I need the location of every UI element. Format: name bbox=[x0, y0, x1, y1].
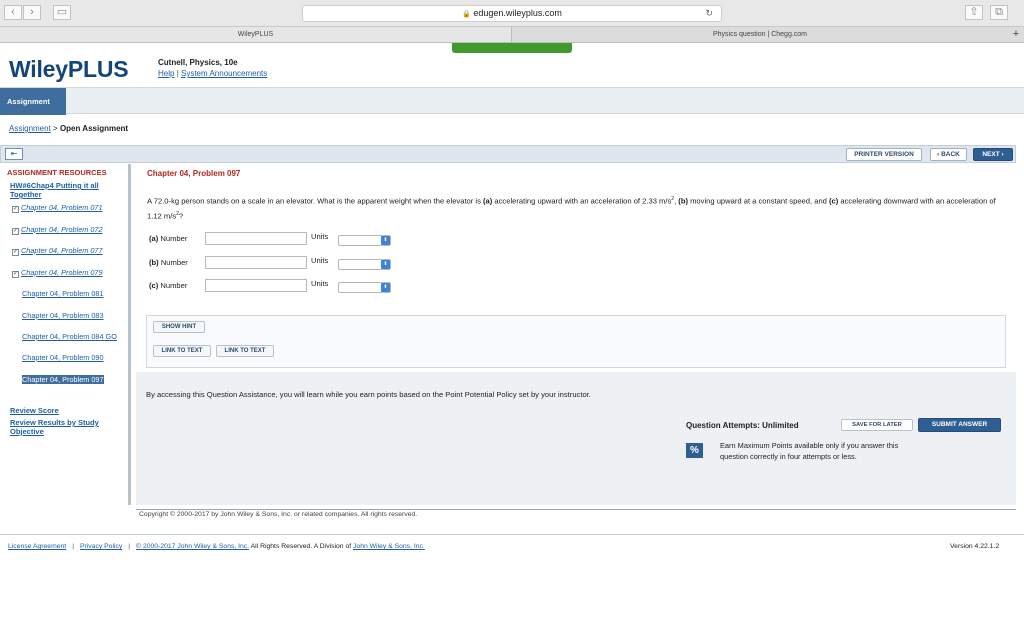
sidebar-title: ASSIGNMENT RESOURCES bbox=[7, 168, 107, 177]
completed-checkbox-icon: ✓ bbox=[12, 249, 19, 256]
version-label: Version 4.22.1.2 bbox=[950, 543, 1000, 550]
system-announcements-link[interactable]: System Announcements bbox=[181, 69, 267, 78]
show-hint-button[interactable]: SHOW HINT bbox=[153, 321, 205, 333]
new-tab-icon[interactable]: + bbox=[1008, 27, 1024, 42]
tabs-overview-icon[interactable]: ⧉ bbox=[990, 5, 1008, 20]
sidebar-item-problem-079[interactable]: ✓ Chapter 04, Problem 079 bbox=[12, 268, 112, 278]
sidebar-item-problem-081[interactable]: Chapter 04, Problem 081 bbox=[22, 289, 122, 298]
sidebar-item-problem-077[interactable]: ✓ Chapter 04, Problem 077 bbox=[12, 246, 112, 256]
back-button[interactable]: ‹ BACK bbox=[930, 148, 967, 161]
footer-divider bbox=[0, 534, 1024, 535]
sidebar-item-problem-090[interactable]: Chapter 04, Problem 090 bbox=[22, 353, 122, 362]
wileyplus-logo: WileyPLUS bbox=[9, 56, 129, 82]
breadcrumb-assignment-link[interactable]: Assignment bbox=[9, 124, 51, 133]
breadcrumb-current: Open Assignment bbox=[59, 124, 129, 133]
license-agreement-link[interactable]: License Agreement bbox=[8, 543, 66, 550]
completed-checkbox-icon: ✓ bbox=[12, 206, 19, 213]
sidebar-item-problem-083[interactable]: Chapter 04, Problem 083 bbox=[22, 311, 122, 320]
return-to-blackboard-button[interactable] bbox=[452, 43, 572, 53]
reload-icon[interactable]: ↻ bbox=[705, 6, 713, 21]
assignment-toolbar: ⇤ PRINTER VERSION ‹ BACK NEXT › bbox=[0, 145, 1016, 163]
link-to-text-button-1[interactable]: LINK TO TEXT bbox=[153, 345, 211, 357]
answer-label-a: (a) Number bbox=[149, 234, 188, 243]
header-links: Help | System Announcements bbox=[158, 69, 268, 78]
assistance-text: By accessing this Question Assistance, y… bbox=[146, 390, 591, 399]
hint-panel: SHOW HINT LINK TO TEXT LINK TO TEXT bbox=[146, 315, 1006, 368]
breadcrumb: Assignment > Open Assignment bbox=[9, 124, 128, 133]
answer-input-a[interactable] bbox=[205, 232, 307, 245]
question-text: A 72.0-kg person stands on a scale in an… bbox=[147, 196, 996, 221]
review-results-link[interactable]: Review Results by Study Objective bbox=[10, 418, 124, 436]
collapse-sidebar-icon[interactable]: ⇤ bbox=[5, 148, 23, 160]
max-points-note: Earn Maximum Points available only if yo… bbox=[720, 441, 899, 461]
address-url: edugen.wileyplus.com bbox=[473, 8, 562, 18]
answer-label-c: (c) Number bbox=[149, 281, 188, 290]
sidebar-toggle-icon[interactable]: ▭ bbox=[53, 5, 71, 20]
completed-checkbox-icon: ✓ bbox=[12, 271, 19, 278]
wiley-company-link[interactable]: John Wiley & Sons, Inc. bbox=[353, 543, 425, 550]
tab-chegg[interactable]: Physics question | Chegg.com bbox=[513, 27, 1007, 42]
select-stepper-icon: ⬍ bbox=[381, 283, 390, 292]
units-label-c: Units bbox=[311, 279, 329, 288]
breadcrumb-separator: > bbox=[53, 124, 58, 133]
copyright-divider bbox=[136, 509, 1016, 510]
percent-icon: % bbox=[686, 443, 703, 458]
browser-toolbar: ‹ › ▭ 🔒 edugen.wileyplus.com ↻ ⇧ ⧉ bbox=[0, 0, 1024, 27]
answer-input-c[interactable] bbox=[205, 279, 307, 292]
units-label-a: Units bbox=[311, 232, 329, 241]
answer-input-b[interactable] bbox=[205, 256, 307, 269]
assignment-bar: Assignment bbox=[0, 87, 1024, 115]
sidebar-item-problem-072[interactable]: ✓ Chapter 04, Problem 072 bbox=[12, 225, 112, 235]
printer-version-button[interactable]: PRINTER VERSION bbox=[846, 148, 922, 161]
privacy-policy-link[interactable]: Privacy Policy bbox=[80, 543, 122, 550]
sidebar-assignment-link[interactable]: HW#6Chap4 Putting it all Together bbox=[10, 181, 124, 199]
lock-icon: 🔒 bbox=[462, 11, 471, 18]
tab-bar: WileyPLUS Physics question | Chegg.com + bbox=[0, 27, 1024, 43]
address-bar[interactable]: 🔒 edugen.wileyplus.com ↻ bbox=[302, 5, 722, 22]
copyright-text: Copyright © 2000-2017 by John Wiley & So… bbox=[139, 511, 418, 518]
sidebar-item-problem-071[interactable]: ✓ Chapter 04, Problem 071 bbox=[12, 203, 112, 213]
tab-assignment[interactable]: Assignment bbox=[0, 88, 66, 115]
sidebar-item-problem-097[interactable]: Chapter 04, Problem 097 bbox=[22, 375, 122, 384]
save-for-later-button[interactable]: SAVE FOR LATER bbox=[841, 419, 913, 431]
submit-answer-button[interactable]: SUBMIT ANSWER bbox=[918, 418, 1001, 432]
rights-text: All Rights Reserved. A Division of bbox=[249, 543, 354, 550]
sidebar-item-problem-084[interactable]: Chapter 04, Problem 084 GO bbox=[22, 332, 122, 341]
tab-wileyplus[interactable]: WileyPLUS bbox=[0, 27, 512, 42]
link-to-text-button-2[interactable]: LINK TO TEXT bbox=[216, 345, 274, 357]
question-attempts: Question Attempts: Unlimited bbox=[686, 421, 799, 430]
completed-checkbox-icon: ✓ bbox=[12, 228, 19, 235]
next-button[interactable]: NEXT › bbox=[973, 148, 1013, 161]
units-select-a[interactable]: ⬍ bbox=[338, 235, 391, 246]
forward-arrow-icon[interactable]: › bbox=[23, 5, 41, 20]
share-icon[interactable]: ⇧ bbox=[965, 5, 983, 20]
copyright-link[interactable]: © 2000-2017 John Wiley & Sons, Inc. bbox=[136, 543, 249, 550]
select-stepper-icon: ⬍ bbox=[381, 260, 390, 269]
problem-title: Chapter 04, Problem 097 bbox=[147, 169, 241, 178]
units-select-c[interactable]: ⬍ bbox=[338, 282, 391, 293]
back-arrow-icon[interactable]: ‹ bbox=[4, 5, 22, 20]
answer-label-b: (b) Number bbox=[149, 258, 188, 267]
units-label-b: Units bbox=[311, 256, 329, 265]
footer-links: License Agreement | Privacy Policy | © 2000-… bbox=[8, 543, 425, 550]
course-title: Cutnell, Physics, 10e bbox=[158, 58, 238, 67]
review-score-link[interactable]: Review Score bbox=[10, 406, 124, 415]
select-stepper-icon: ⬍ bbox=[381, 236, 390, 245]
help-link[interactable]: Help bbox=[158, 69, 174, 78]
units-select-b[interactable]: ⬍ bbox=[338, 259, 391, 270]
